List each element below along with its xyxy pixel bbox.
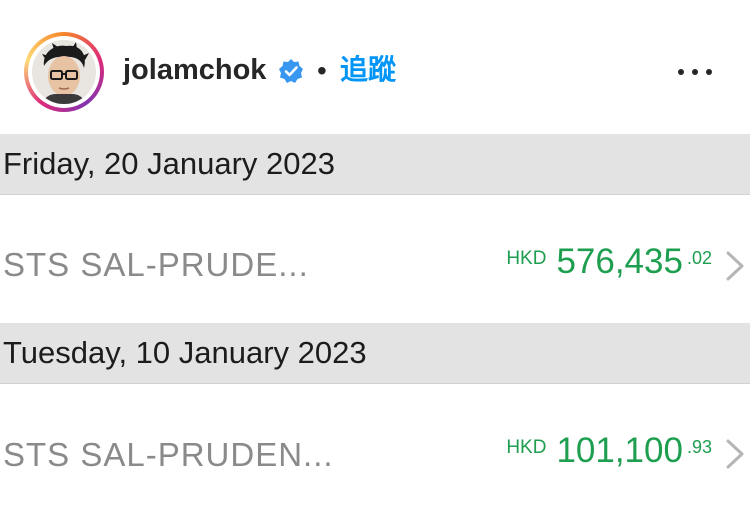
transaction-description: STS SAL-PRUDE... <box>3 246 309 283</box>
date-header: Tuesday, 10 January 2023 <box>0 323 750 384</box>
transaction-amount: HKD 576,435.02 <box>506 242 712 282</box>
profile-photo-icon <box>32 40 96 104</box>
story-ring[interactable] <box>24 32 104 112</box>
transaction-row[interactable]: STS SAL-PRUDEN... HKD 101,100.93 <box>0 385 750 513</box>
more-options-icon[interactable] <box>676 66 714 78</box>
instagram-post-screenshot: jolamchok • 追蹤 Friday, 20 January 2023 S… <box>0 0 750 523</box>
date-header: Friday, 20 January 2023 <box>0 134 750 195</box>
date-label: Friday, 20 January 2023 <box>3 146 336 181</box>
chevron-right-icon <box>726 251 744 281</box>
avatar-border <box>28 36 100 108</box>
amount-value: 101,100 <box>556 431 683 470</box>
amount-cents: .93 <box>686 437 712 457</box>
follow-button[interactable]: 追蹤 <box>340 52 396 88</box>
separator-dot: • <box>317 55 327 86</box>
chevron-right-icon <box>726 439 744 469</box>
avatar[interactable] <box>32 40 96 104</box>
username[interactable]: jolamchok <box>123 52 266 88</box>
verified-badge-icon <box>279 59 303 83</box>
amount-cents: .02 <box>686 248 712 268</box>
currency-code: HKD <box>506 437 547 458</box>
currency-code: HKD <box>506 248 547 269</box>
transaction-amount: HKD 101,100.93 <box>506 431 712 471</box>
post-header: jolamchok • 追蹤 <box>0 0 750 134</box>
transaction-description: STS SAL-PRUDEN... <box>3 436 334 473</box>
amount-value: 576,435 <box>556 242 683 281</box>
date-label: Tuesday, 10 January 2023 <box>3 335 367 370</box>
transaction-row[interactable]: STS SAL-PRUDE... HKD 576,435.02 <box>0 196 750 324</box>
